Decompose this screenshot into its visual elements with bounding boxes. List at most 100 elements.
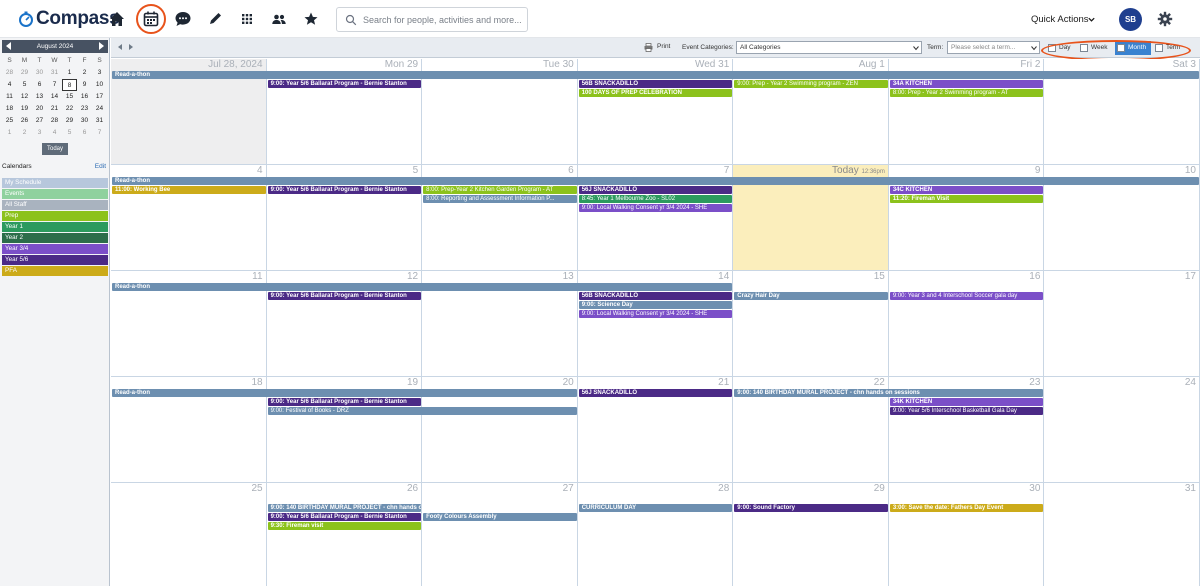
mini-calendar-day[interactable]: 2 (17, 127, 32, 139)
search-input[interactable] (363, 11, 523, 28)
calendar-event[interactable]: 56B SNACKADILLO (578, 80, 733, 88)
day-number[interactable]: 23 (1029, 377, 1040, 389)
calendar-event[interactable]: 56B SNACKADILLO (578, 292, 733, 300)
calendar-event[interactable]: 3:00: Save the date: Fathers Day Event (889, 504, 1044, 512)
calendar-event[interactable]: 8:00: Prep-Year 2 Kitchen Garden Program… (423, 186, 577, 194)
mini-calendar-day[interactable]: 3 (32, 127, 47, 139)
event-categories-select[interactable]: All Categories (736, 41, 922, 54)
mini-calendar-day[interactable]: 3 (92, 67, 107, 79)
calendar-filter-item[interactable]: Events (2, 189, 108, 199)
mini-calendar-day[interactable]: 18 (2, 103, 17, 115)
gear-icon[interactable] (1157, 11, 1173, 27)
global-search[interactable] (336, 7, 528, 32)
day-cell[interactable]: 29 (733, 483, 889, 586)
day-number[interactable]: 17 (1185, 271, 1196, 283)
day-cell[interactable]: 24 (1044, 377, 1200, 483)
calendar-event[interactable]: 9:00: Year 3 and 4 Interschool Soccer ga… (889, 292, 1044, 300)
mini-calendar-day[interactable]: 26 (17, 115, 32, 127)
calendar-event[interactable]: 34K KITCHEN (889, 398, 1044, 406)
calendar-icon[interactable] (141, 9, 161, 29)
calendar-event[interactable]: 8:45: Year 1 Melbourne Zoo - SL02 (578, 195, 733, 203)
day-number[interactable]: 28 (718, 483, 729, 495)
day-number[interactable]: Tue 30 (543, 59, 574, 71)
calendar-event[interactable]: Read-a-thon (112, 389, 577, 397)
calendar-event[interactable]: 56J SNACKADILLO (578, 186, 733, 194)
calendars-edit-link[interactable]: Edit (95, 163, 106, 170)
term-select[interactable]: Please select a term... (947, 41, 1040, 54)
day-number[interactable]: 5 (413, 165, 419, 177)
day-number[interactable]: 10 (1185, 165, 1196, 177)
home-icon[interactable] (107, 9, 127, 29)
apps-grid-icon[interactable] (237, 9, 257, 29)
calendar-event[interactable]: 9:00: Year 5/6 Ballarat Program - Bernie… (267, 292, 422, 300)
mini-calendar-day[interactable]: 20 (32, 103, 47, 115)
calendar-filter-item[interactable]: Year 5/6 (2, 255, 108, 265)
calendar-event[interactable]: 9:00: 140 BIRTHDAY MURAL PROJECT - chn h… (267, 504, 422, 512)
calendar-filter-item[interactable]: Prep (2, 211, 108, 221)
calendar-filter-item[interactable]: My Schedule (2, 178, 108, 188)
people-icon[interactable] (269, 9, 289, 29)
mini-calendar-day[interactable]: 17 (92, 91, 107, 103)
printer-icon[interactable] (644, 43, 653, 52)
day-cell[interactable]: 15 (733, 271, 889, 377)
day-number[interactable]: 31 (1185, 483, 1196, 495)
user-avatar[interactable]: SB (1119, 8, 1142, 31)
calendar-event[interactable]: 9:30: Fireman visit (267, 522, 422, 530)
calendar-filter-item[interactable]: Year 1 (2, 222, 108, 232)
mini-calendar-day[interactable]: 23 (77, 103, 92, 115)
mini-calendar-day[interactable]: 1 (2, 127, 17, 139)
calendar-event[interactable]: Footy Colours Assembly (423, 513, 577, 521)
mini-calendar-day[interactable]: 29 (17, 67, 32, 79)
mini-calendar-day[interactable]: 27 (32, 115, 47, 127)
calendar-filter-item[interactable]: Year 2 (2, 233, 108, 243)
day-number[interactable]: Mon 29 (385, 59, 418, 71)
mini-calendar-day[interactable]: 13 (32, 91, 47, 103)
day-number[interactable]: 21 (718, 377, 729, 389)
day-number[interactable]: 13 (563, 271, 574, 283)
mini-calendar-day[interactable]: 7 (47, 79, 62, 91)
calendar-event[interactable]: 11:00: Working Bee (112, 186, 266, 194)
day-number[interactable]: 19 (407, 377, 418, 389)
day-number[interactable]: Jul 28, 2024 (208, 59, 263, 71)
mini-calendar-day[interactable]: 30 (32, 67, 47, 79)
mini-calendar-day[interactable]: 5 (17, 79, 32, 91)
mini-calendar-day[interactable]: 5 (62, 127, 77, 139)
day-cell[interactable]: 25 (111, 483, 267, 586)
mini-calendar-day[interactable]: 2 (77, 67, 92, 79)
mini-calendar-day[interactable]: 8 (62, 79, 77, 91)
day-number[interactable]: 20 (563, 377, 574, 389)
mini-calendar-day[interactable]: 25 (2, 115, 17, 127)
day-number[interactable]: Sat 3 (1173, 59, 1196, 71)
calendar-event[interactable]: Read-a-thon (112, 283, 733, 291)
calendar-event[interactable]: 11:20: Fireman Visit (889, 195, 1044, 203)
calendar-event[interactable]: 9:00: Local Walking Consent yr 3/4 2024 … (578, 204, 733, 212)
calendar-event[interactable]: 9:00: Prep - Year 2 Swimming program - Z… (734, 80, 888, 88)
calendar-event[interactable]: 9:00: Science Day (578, 301, 733, 309)
calendar-filter-item[interactable]: Year 3/4 (2, 244, 108, 254)
calendar-event[interactable]: 8:00: Reporting and Assessment Informati… (423, 195, 577, 203)
mini-calendar-next-icon[interactable] (99, 42, 104, 50)
mini-calendar-day[interactable]: 4 (2, 79, 17, 91)
chat-icon[interactable] (173, 9, 193, 29)
pencil-icon[interactable] (205, 9, 225, 29)
day-number[interactable]: 25 (251, 483, 262, 495)
mini-calendar-day[interactable]: 22 (62, 103, 77, 115)
calendar-event[interactable]: 9:00: 140 BIRTHDAY MURAL PROJECT - chn h… (734, 389, 1044, 397)
day-number[interactable]: Wed 31 (695, 59, 729, 71)
day-cell[interactable]: 28 (577, 483, 734, 586)
day-number[interactable]: 22 (874, 377, 885, 389)
chevron-down-icon[interactable] (1087, 15, 1096, 24)
calendar-event[interactable]: Crazy Hair Day (734, 292, 888, 300)
calendar-event[interactable]: 9:00: Year 5/6 Ballarat Program - Bernie… (267, 80, 422, 88)
calendar-event[interactable]: 9:00: Year 5/6 Interschool Basketball Ga… (889, 407, 1044, 415)
day-number[interactable]: 14 (718, 271, 729, 283)
mini-calendar-day[interactable]: 31 (92, 115, 107, 127)
prev-period-icon[interactable] (118, 44, 122, 50)
mini-calendar-day[interactable]: 7 (92, 127, 107, 139)
day-number[interactable]: 6 (568, 165, 574, 177)
calendar-event[interactable]: Read-a-thon (112, 71, 1199, 79)
day-cell[interactable]: 17 (1044, 271, 1200, 377)
day-number[interactable]: 29 (874, 483, 885, 495)
calendar-event[interactable]: CURRICULUM DAY (578, 504, 733, 512)
calendar-event[interactable]: 9:00: Festival of Books - DRZ (267, 407, 577, 415)
